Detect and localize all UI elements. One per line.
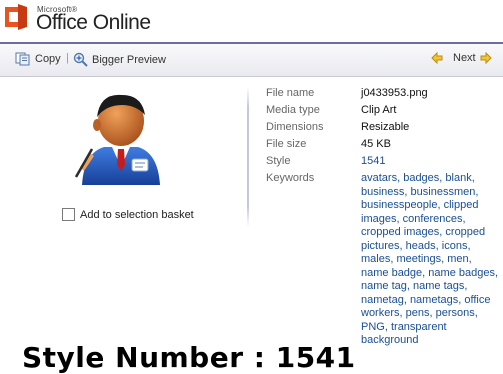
keyword-link[interactable]: business — [361, 186, 404, 198]
content-panel: Add to selection basket File name j04339… — [0, 77, 503, 374]
keyword-link[interactable]: name badge — [361, 267, 422, 279]
keyword-link[interactable]: businesspeople — [361, 199, 437, 211]
keyword-link[interactable]: businessmen — [411, 186, 476, 198]
keyword-link[interactable]: meetings — [396, 253, 441, 265]
keyword-link[interactable]: name badges — [428, 267, 495, 279]
keyword-link[interactable]: avatars — [361, 172, 397, 184]
prop-label: Keywords — [266, 172, 315, 184]
bigger-preview-label: Bigger Preview — [92, 53, 166, 66]
businessman-avatar-image[interactable] — [70, 87, 172, 189]
prop-label: Media type — [266, 104, 320, 116]
header: Microsoft® Office Online — [0, 0, 503, 42]
keyword-link[interactable]: icons — [442, 240, 468, 252]
keyword-link[interactable]: nametags — [410, 294, 458, 306]
keyword-link[interactable]: males — [361, 253, 390, 265]
arrow-left-icon — [431, 52, 443, 64]
prev-button[interactable] — [431, 52, 447, 64]
keywords-list: avatars, badges, blank, business, busine… — [361, 172, 499, 346]
prop-value-dimensions: Resizable — [361, 121, 410, 133]
keyword-link[interactable]: pens — [406, 307, 430, 319]
keyword-link[interactable]: cropped images — [361, 226, 439, 238]
copy-label: Copy — [35, 53, 61, 65]
keyword-link[interactable]: blank — [445, 172, 471, 184]
style-number-caption: Style Number : 1541 — [22, 341, 356, 374]
keyword-link[interactable]: heads — [406, 240, 436, 252]
prop-label: Style — [266, 155, 291, 167]
prop-value-file-size: 45 KB — [361, 138, 391, 150]
office-logo-icon — [5, 4, 27, 30]
prop-value-media-type: Clip Art — [361, 104, 397, 116]
keyword-link[interactable]: name tags — [413, 280, 464, 292]
copy-button[interactable]: Copy — [15, 52, 61, 66]
keyword-link[interactable]: badges — [403, 172, 439, 184]
bigger-preview-button[interactable]: Bigger Preview — [73, 52, 166, 67]
style-link[interactable]: 1541 — [361, 155, 385, 167]
add-to-basket-label: Add to selection basket — [80, 208, 194, 221]
magnifier-icon — [73, 52, 88, 67]
next-button[interactable]: Next — [453, 52, 496, 64]
prop-label: File name — [266, 87, 315, 99]
keyword-link[interactable]: name tag — [361, 280, 407, 292]
logo-office-online-text[interactable]: Office Online — [36, 11, 151, 35]
keyword-link[interactable]: conferences — [403, 213, 463, 225]
prop-label: Dimensions — [266, 121, 324, 133]
keyword-link[interactable]: men — [447, 253, 468, 265]
panel-divider — [247, 87, 249, 227]
add-to-basket[interactable]: Add to selection basket — [62, 208, 194, 221]
keyword-link[interactable]: PNG — [361, 321, 385, 333]
next-label: Next — [453, 52, 476, 64]
arrow-right-icon — [480, 52, 492, 64]
keyword-link[interactable]: nametag — [361, 294, 404, 306]
toolbar: Copy | Bigger Preview Next — [0, 44, 503, 77]
copy-icon — [15, 52, 30, 66]
add-to-basket-checkbox[interactable] — [62, 208, 75, 221]
prop-value-file-name: j0433953.png — [361, 87, 428, 99]
keyword-link[interactable]: persons — [436, 307, 475, 319]
prop-label: File size — [266, 138, 307, 150]
toolbar-separator: | — [66, 52, 69, 64]
